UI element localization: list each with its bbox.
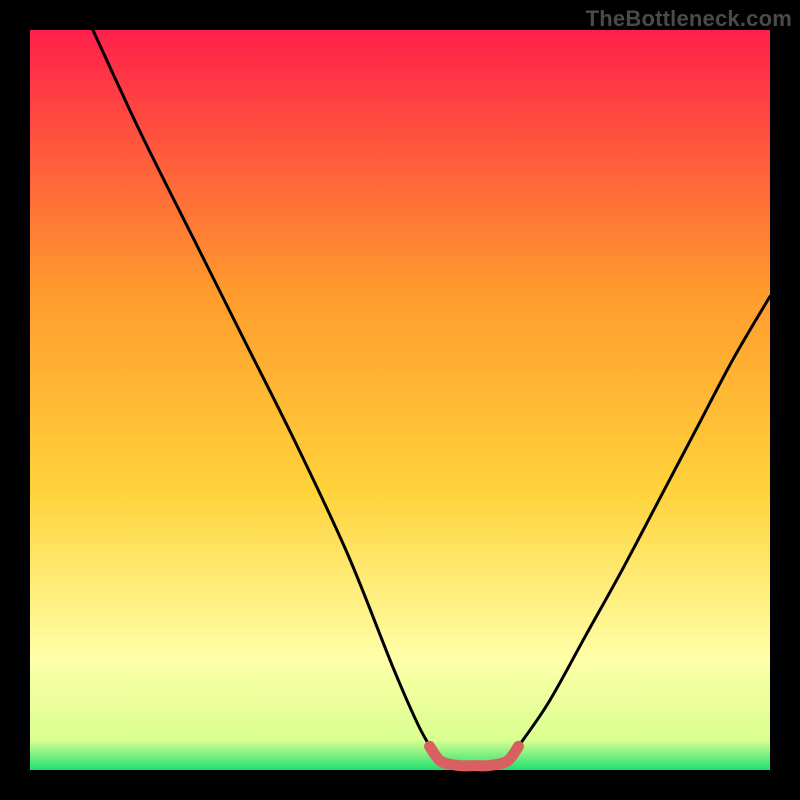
watermark-label: TheBottleneck.com bbox=[586, 6, 792, 32]
chart-frame: TheBottleneck.com bbox=[0, 0, 800, 800]
gradient-background bbox=[30, 30, 770, 770]
bottleneck-chart bbox=[0, 0, 800, 800]
